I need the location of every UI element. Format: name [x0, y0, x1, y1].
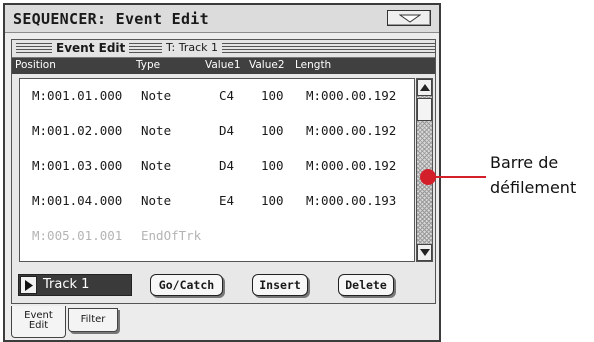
event-edit-panel: Event Edit T: Track 1 Position Type Valu…	[11, 39, 436, 304]
annotation-leader-line	[429, 176, 486, 178]
event-row[interactable]: M:001.02.000 Note D4 100 M:000.00.192	[20, 114, 416, 149]
annotation-dot	[420, 169, 436, 185]
panel-header: Event Edit T: Track 1	[12, 40, 435, 58]
go-catch-button[interactable]: Go/Catch	[150, 274, 223, 296]
track-selector[interactable]: Track 1	[18, 274, 132, 296]
tab-event-edit[interactable]: Event Edit	[11, 306, 66, 338]
annotation-line-2: défilement	[490, 178, 577, 197]
column-value2: Value2	[249, 59, 285, 71]
panel-title: Event Edit	[52, 41, 130, 55]
track-selector-label: Track 1	[43, 277, 90, 292]
scroll-up-button[interactable]	[417, 79, 432, 96]
annotation-line-1: Barre de	[490, 153, 559, 172]
event-row[interactable]: M:001.04.000 Note E4 100 M:000.00.193	[20, 184, 416, 219]
column-length: Length	[295, 59, 332, 71]
event-list[interactable]: M:001.01.000 Note C4 100 M:000.00.192 M:…	[19, 78, 415, 262]
sequencer-screen: SEQUENCER: Event Edit Event Edit T: Trac…	[3, 3, 441, 342]
title-bar: SEQUENCER: Event Edit	[5, 5, 439, 33]
arrow-down-icon	[420, 249, 430, 256]
tab-event-edit-line2: Edit	[28, 320, 49, 331]
delete-button[interactable]: Delete	[338, 274, 394, 296]
panel-track-label: T: Track 1	[162, 41, 222, 54]
event-row-end[interactable]: M:005.01.001 EndOfTrk	[20, 219, 416, 254]
menu-triangle-icon	[399, 14, 421, 23]
column-header: Position Type Value1 Value2 Length	[12, 58, 435, 74]
scroll-down-button[interactable]	[417, 244, 432, 261]
play-triangle-icon	[25, 280, 33, 291]
arrow-up-icon	[420, 84, 430, 91]
page-menu-button[interactable]	[387, 10, 431, 26]
tab-filter[interactable]: Filter	[68, 308, 118, 332]
track-selector-arrow[interactable]	[20, 276, 37, 294]
window-title: SEQUENCER: Event Edit	[13, 10, 209, 28]
event-row[interactable]: M:001.01.000 Note C4 100 M:000.00.192	[20, 79, 416, 114]
column-value1: Value1	[205, 59, 241, 71]
column-type: Type	[136, 59, 161, 71]
column-position: Position	[15, 59, 56, 71]
event-row[interactable]: M:001.03.000 Note D4 100 M:000.00.192	[20, 149, 416, 184]
insert-button[interactable]: Insert	[252, 274, 308, 296]
annotation-label: Barre de défilement	[490, 150, 576, 200]
scroll-thumb[interactable]	[417, 98, 432, 121]
